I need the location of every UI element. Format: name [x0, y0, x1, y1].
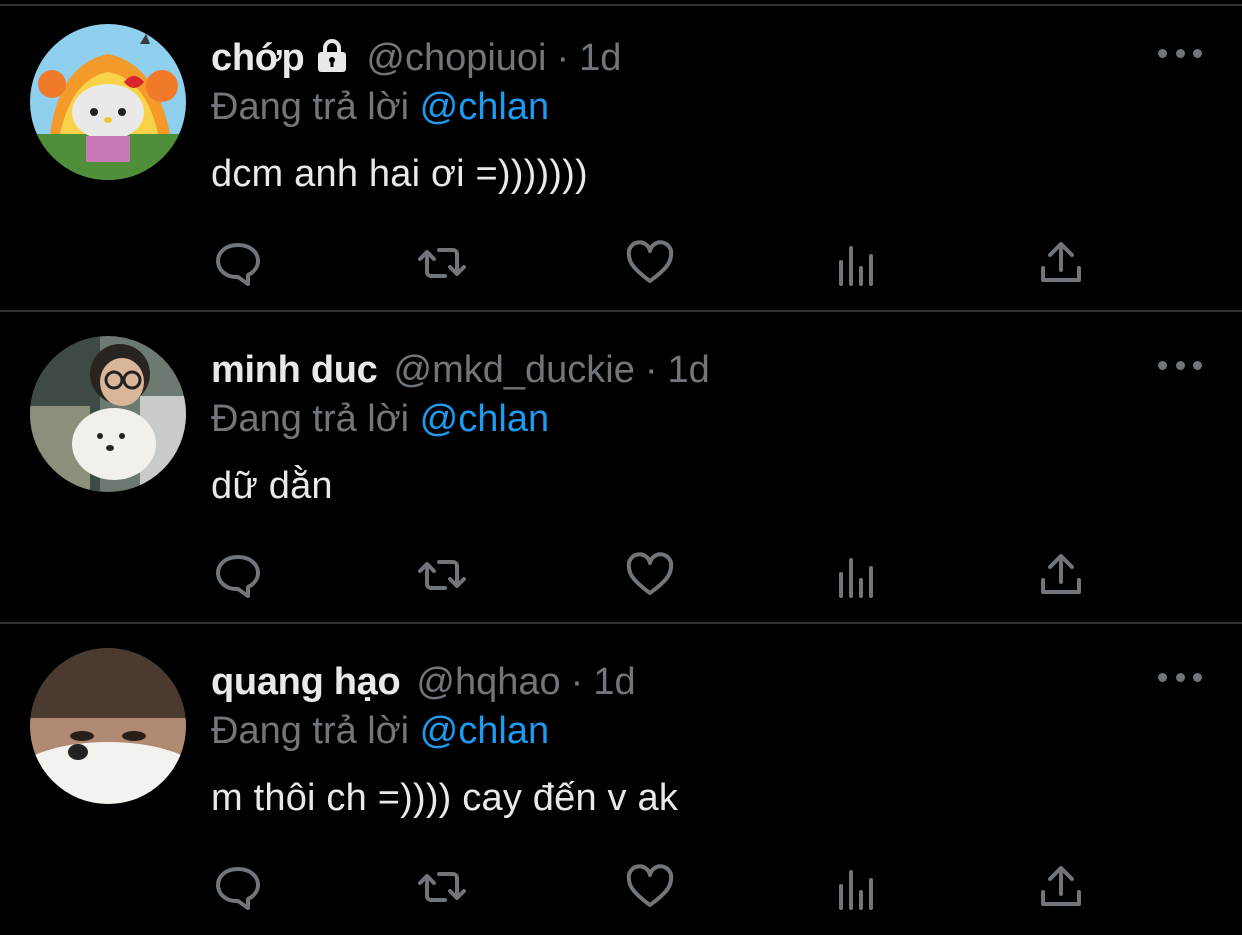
analytics-icon — [839, 870, 873, 910]
share-icon — [1041, 242, 1081, 282]
tweet-text: dcm anh hai ơi =))))))) — [211, 153, 588, 195]
analytics-icon — [839, 558, 873, 598]
tweet-reply-3[interactable]: quang hạo @hqhao · 1d Đang trả lời @chla… — [0, 624, 1242, 935]
reply-icon — [216, 555, 260, 598]
tweet-header: chớp @chopiuoi · 1d — [211, 34, 621, 82]
analytics-icon — [839, 246, 873, 286]
handle[interactable]: @chopiuoi — [366, 34, 546, 82]
like-icon — [626, 864, 674, 907]
timestamp[interactable]: 1d — [593, 658, 635, 706]
tweet-reply-2[interactable]: minh duc @mkd_duckie · 1d Đang trả lời @… — [0, 312, 1242, 624]
retweet-button[interactable] — [414, 546, 470, 604]
tweet-actions — [0, 546, 1242, 604]
display-name[interactable]: quang hạo — [211, 658, 401, 706]
reply-mention-link[interactable]: @chlan — [420, 710, 549, 752]
analytics-button[interactable] — [828, 546, 884, 604]
handle[interactable]: @hqhao — [416, 658, 560, 706]
analytics-button[interactable] — [828, 858, 884, 916]
person-face-avatar — [30, 648, 186, 804]
like-icon — [626, 552, 674, 595]
retweet-icon — [418, 248, 466, 278]
tweet-text: m thôi ch =)))) cay đến v ak — [211, 777, 679, 819]
share-button[interactable] — [1033, 234, 1089, 292]
avatar-chopiuoi[interactable] — [30, 24, 186, 180]
display-name[interactable]: minh duc — [211, 346, 378, 394]
replying-to: Đang trả lời @chlan — [211, 707, 549, 755]
share-button[interactable] — [1033, 858, 1089, 916]
handle[interactable]: @mkd_duckie — [394, 346, 635, 394]
display-name[interactable]: chớp — [211, 34, 305, 82]
like-button[interactable] — [622, 234, 678, 292]
analytics-button[interactable] — [828, 234, 884, 292]
like-icon — [626, 240, 674, 283]
reply-icon — [216, 243, 260, 286]
tweet-actions — [0, 858, 1242, 916]
retweet-icon — [418, 872, 466, 902]
share-icon — [1041, 554, 1081, 594]
share-icon — [1041, 866, 1081, 906]
reply-prefix: Đang trả lời — [211, 710, 410, 752]
reply-prefix: Đang trả lời — [211, 398, 410, 440]
reply-mention-link[interactable]: @chlan — [420, 398, 549, 440]
avatar-mkd-duckie[interactable] — [30, 336, 186, 492]
reply-mention-link[interactable]: @chlan — [420, 86, 549, 128]
reply-button[interactable] — [210, 858, 266, 916]
person-with-dog-avatar — [30, 336, 186, 492]
separator-dot: · — [556, 37, 570, 79]
retweet-button[interactable] — [414, 858, 470, 916]
reply-prefix: Đang trả lời — [211, 86, 410, 128]
separator-dot: · — [644, 349, 658, 391]
avatar-hqhao[interactable] — [30, 648, 186, 804]
reply-icon — [216, 867, 260, 910]
hello-kitty-explosion-avatar — [30, 24, 186, 180]
retweet-icon — [418, 560, 466, 590]
separator-dot: · — [570, 661, 584, 703]
timestamp[interactable]: 1d — [668, 346, 710, 394]
replying-to: Đang trả lời @chlan — [211, 395, 549, 443]
reply-button[interactable] — [210, 234, 266, 292]
tweet-actions — [0, 234, 1242, 292]
retweet-button[interactable] — [414, 234, 470, 292]
replying-to: Đang trả lời @chlan — [211, 83, 549, 131]
reply-button[interactable] — [210, 546, 266, 604]
tweet-text: dữ dằn — [211, 465, 333, 507]
more-options-button[interactable] — [1158, 672, 1202, 682]
more-options-button[interactable] — [1158, 360, 1202, 370]
lock-icon — [314, 38, 350, 74]
timestamp[interactable]: 1d — [579, 34, 621, 82]
tweet-reply-1[interactable]: chớp @chopiuoi · 1d Đang trả lời @chlan … — [0, 0, 1242, 312]
share-button[interactable] — [1033, 546, 1089, 604]
like-button[interactable] — [622, 858, 678, 916]
like-button[interactable] — [622, 546, 678, 604]
tweet-header: minh duc @mkd_duckie · 1d — [211, 346, 710, 394]
more-options-button[interactable] — [1158, 48, 1202, 58]
tweet-header: quang hạo @hqhao · 1d — [211, 658, 636, 706]
